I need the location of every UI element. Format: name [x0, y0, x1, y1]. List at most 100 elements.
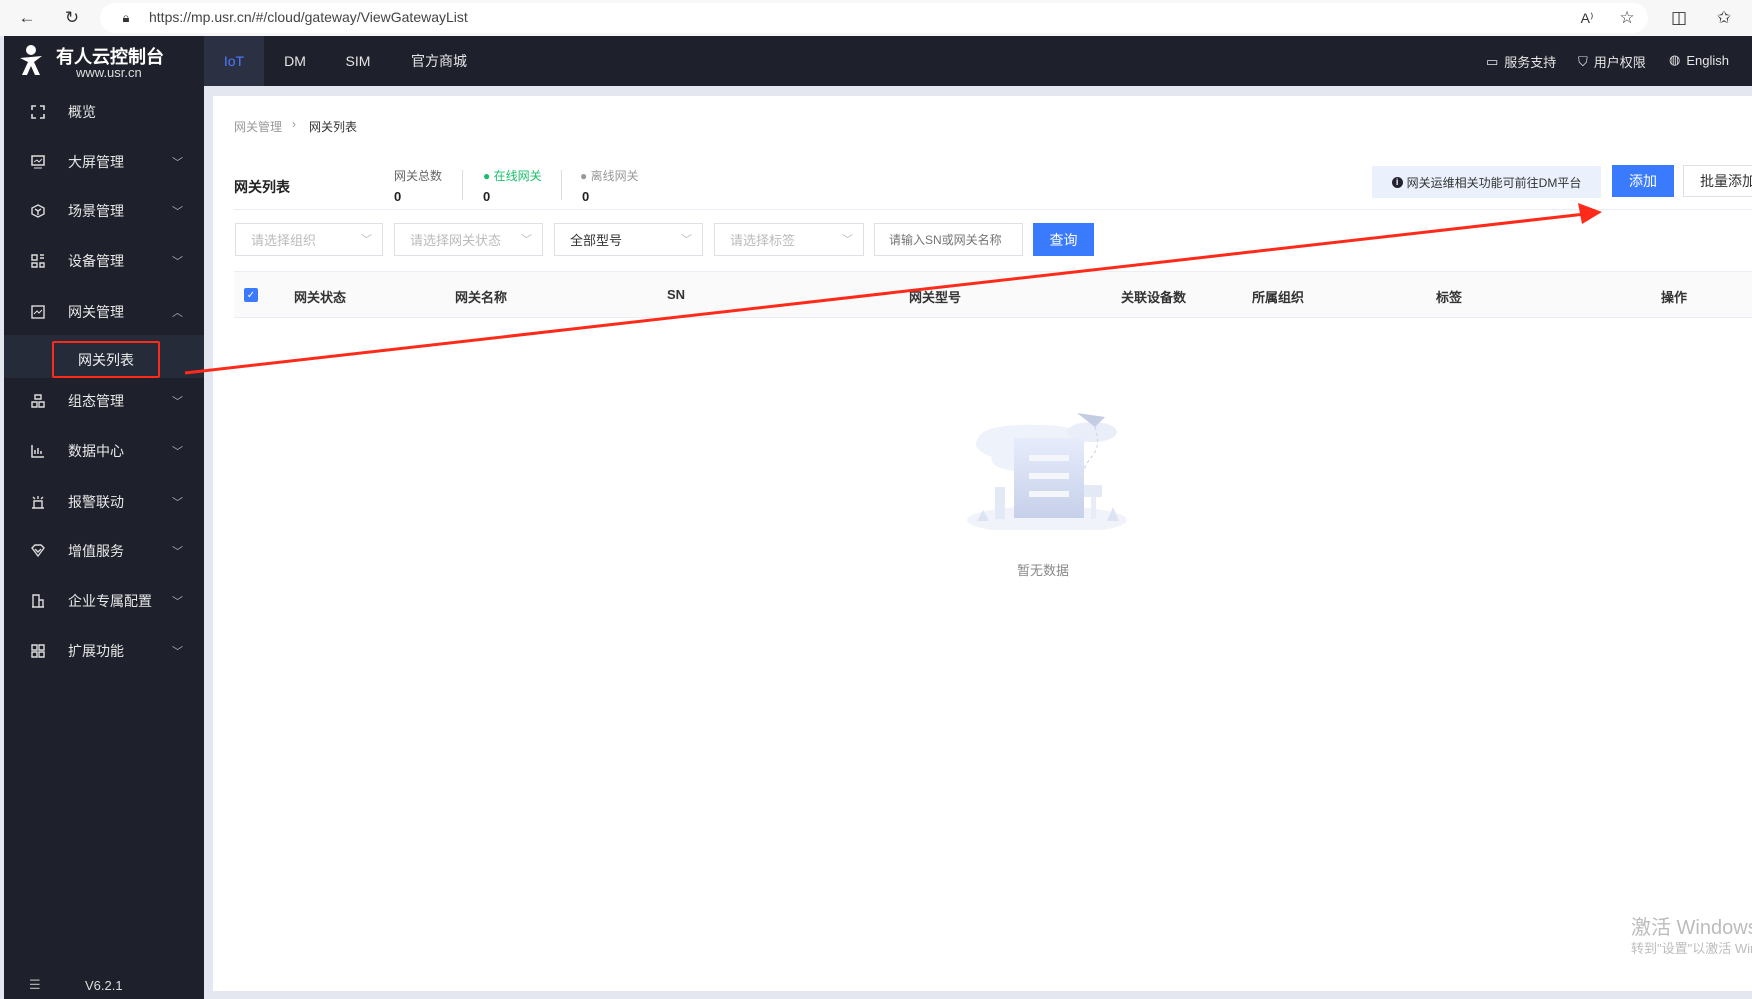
- stat-total-label: 网关总数: [394, 169, 443, 183]
- sidebar-item-gateway[interactable]: 网关管理 ︿: [4, 290, 204, 334]
- sidebar-item-overview[interactable]: 概览: [4, 90, 204, 134]
- model-select[interactable]: 全部型号 ﹀: [554, 223, 703, 256]
- column-header-organization: 所属组织: [1252, 290, 1305, 305]
- globe-icon: ◍: [1669, 52, 1681, 67]
- tab-store[interactable]: 官方商城: [405, 36, 473, 86]
- select-all-checkbox[interactable]: ✓: [244, 288, 258, 302]
- language-label: English: [1686, 52, 1729, 68]
- language-link[interactable]: ◍ English: [1669, 52, 1729, 68]
- stat-divider: [462, 170, 463, 200]
- sidebar-item-scene[interactable]: 场景管理 ﹀: [4, 189, 204, 233]
- column-header-model: 网关型号: [909, 290, 962, 305]
- empty-illustration: [967, 395, 1127, 534]
- sidebar-item-value-added[interactable]: 增值服务 ﹀: [4, 529, 204, 573]
- chevron-down-icon: ﹀: [172, 206, 183, 218]
- logo-icon: [18, 44, 46, 79]
- dm-info-banner[interactable]: i 网关运维相关功能可前往DM平台: [1372, 166, 1601, 198]
- chevron-down-icon: ﹀: [172, 157, 183, 169]
- lock-icon[interactable]: 🔒︎: [114, 6, 138, 30]
- sidebar-item-screen[interactable]: 大屏管理 ﹀: [4, 140, 204, 184]
- screen-icon: [30, 154, 46, 170]
- column-header-sn: SN: [667, 287, 686, 302]
- column-header-tags: 标签: [1436, 290, 1463, 305]
- chevron-down-icon: ﹀: [842, 234, 853, 246]
- org-select-placeholder: 请选择组织: [251, 233, 317, 248]
- favorites-icon[interactable]: ✩: [1712, 6, 1736, 30]
- cube-icon: [30, 203, 46, 219]
- column-header-device-count: 关联设备数: [1121, 290, 1187, 305]
- tab-dm[interactable]: DM: [275, 36, 315, 86]
- chevron-down-icon: ﹀: [172, 596, 183, 608]
- topology-icon: [30, 393, 46, 409]
- chevron-up-icon: ︿: [172, 307, 183, 319]
- sidebar-item-alarm[interactable]: 报警联动 ﹀: [4, 480, 204, 524]
- stat-offline-label: ● 离线网关: [580, 169, 639, 183]
- chevron-down-icon: ﹀: [172, 646, 183, 658]
- breadcrumb-separator-icon: ›: [292, 117, 296, 131]
- sidebar-item-enterprise[interactable]: 企业专属配置 ﹀: [4, 579, 204, 623]
- page-title: 网关列表: [234, 179, 290, 195]
- chevron-down-icon: ﹀: [681, 234, 692, 246]
- chat-icon: ▭: [1486, 53, 1499, 69]
- stat-offline-text: 离线网关: [590, 169, 639, 183]
- stat-online-text: 在线网关: [493, 169, 542, 183]
- stat-divider: [561, 170, 562, 200]
- stat-offline-value: 0: [582, 189, 590, 204]
- service-support-label: 服务支持: [1504, 55, 1557, 70]
- org-select[interactable]: 请选择组织 ﹀: [235, 223, 383, 256]
- stat-total-value: 0: [394, 189, 402, 204]
- alarm-icon: [30, 494, 46, 510]
- devices-icon: [30, 253, 46, 269]
- sidebar-subitem-label[interactable]: 网关列表: [52, 341, 160, 378]
- chevron-down-icon: ﹀: [172, 446, 183, 458]
- sidebar-item-data-center[interactable]: 数据中心 ﹀: [4, 429, 204, 473]
- tab-sim[interactable]: SIM: [338, 36, 378, 86]
- chevron-down-icon: ﹀: [521, 234, 532, 246]
- user-permission-link[interactable]: ⛉ 用户权限: [1578, 52, 1646, 71]
- chevron-down-icon: ﹀: [172, 396, 183, 408]
- column-header-name: 网关名称: [455, 290, 508, 305]
- collapse-menu-icon[interactable]: ☰: [29, 977, 41, 993]
- search-input[interactable]: [874, 223, 1023, 256]
- tab-iot[interactable]: IoT: [204, 36, 264, 86]
- stat-online-value: 0: [483, 189, 491, 204]
- breadcrumb-current: 网关列表: [309, 120, 358, 134]
- tag-select[interactable]: 请选择标签 ﹀: [714, 223, 864, 256]
- status-select-placeholder: 请选择网关状态: [410, 233, 502, 248]
- favorite-star-icon[interactable]: ☆: [1615, 6, 1639, 30]
- reload-icon[interactable]: ↻: [60, 6, 84, 30]
- building-icon: [30, 593, 46, 609]
- sidebar-item-devices[interactable]: 设备管理 ﹀: [4, 239, 204, 283]
- gateway-icon: [30, 304, 46, 320]
- service-support-link[interactable]: ▭ 服务支持: [1486, 52, 1556, 71]
- back-icon[interactable]: ←: [15, 6, 39, 30]
- chevron-down-icon: ﹀: [172, 497, 183, 509]
- chevron-down-icon: ﹀: [172, 256, 183, 268]
- query-button[interactable]: 查询: [1033, 223, 1094, 256]
- sidebar-item-extensions[interactable]: 扩展功能 ﹀: [4, 629, 204, 673]
- dm-info-text: 网关运维相关功能可前往DM平台: [1406, 175, 1582, 190]
- add-button[interactable]: 添加: [1612, 165, 1674, 197]
- overview-icon: [30, 104, 46, 120]
- header-divider: [234, 209, 1752, 210]
- chevron-down-icon: ﹀: [361, 234, 372, 246]
- version-label: V6.2.1: [85, 978, 123, 993]
- read-aloud-icon[interactable]: A⁾: [1575, 6, 1599, 30]
- shield-icon: ⛉: [1578, 53, 1588, 69]
- column-header-actions: 操作: [1661, 290, 1688, 305]
- model-select-value: 全部型号: [570, 233, 623, 248]
- batch-add-button[interactable]: 批量添加: [1683, 165, 1752, 197]
- status-select[interactable]: 请选择网关状态 ﹀: [394, 223, 543, 256]
- chevron-down-icon: ﹀: [172, 546, 183, 558]
- diamond-icon: [30, 543, 46, 559]
- logo-subtitle: www.usr.cn: [76, 65, 142, 80]
- info-icon: i: [1391, 176, 1403, 188]
- empty-text: 暂无数据: [1017, 563, 1070, 578]
- sidebar-item-topology[interactable]: 组态管理 ﹀: [4, 379, 204, 423]
- windows-watermark-subtitle: 转到"设置"以激活 Windows。: [1631, 941, 1752, 956]
- url-text[interactable]: https://mp.usr.cn/#/cloud/gateway/ViewGa…: [149, 9, 468, 25]
- chart-icon: [30, 443, 46, 459]
- split-screen-icon[interactable]: ◫: [1667, 6, 1691, 30]
- breadcrumb-parent[interactable]: 网关管理: [234, 118, 282, 135]
- user-permission-label: 用户权限: [1593, 55, 1646, 70]
